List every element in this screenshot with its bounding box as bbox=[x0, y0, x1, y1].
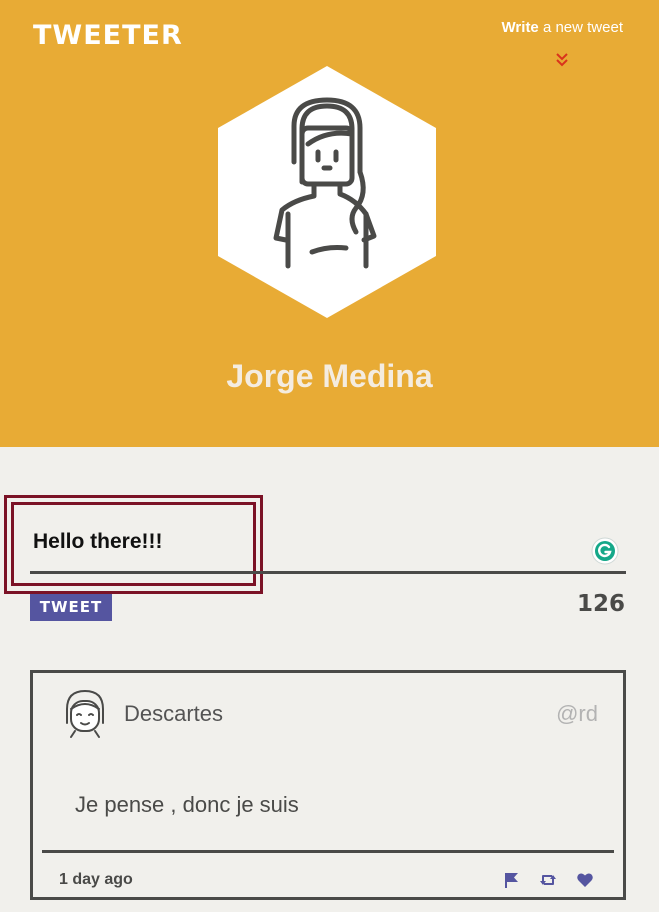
tweet-text: Je pense , donc je suis bbox=[75, 792, 299, 817]
character-counter: 126 bbox=[576, 591, 625, 617]
heart-icon[interactable] bbox=[576, 871, 594, 889]
flag-icon[interactable] bbox=[503, 871, 521, 889]
tweet-timestamp: 1 day ago bbox=[59, 871, 133, 888]
tweet-divider bbox=[42, 850, 614, 853]
profile-avatar bbox=[218, 66, 436, 318]
write-link-bold: Write bbox=[501, 19, 539, 36]
tweet-card: Descartes @rd Je pense , donc je suis 1 … bbox=[30, 670, 626, 900]
compose-underline bbox=[30, 571, 626, 574]
tweet-author[interactable]: Descartes bbox=[124, 701, 223, 727]
write-new-tweet-link[interactable]: Write a new tweet bbox=[502, 19, 623, 36]
author-avatar bbox=[66, 689, 104, 738]
tweet-compose-input[interactable]: Hello there!!! bbox=[33, 530, 163, 554]
tweet-button[interactable]: TWEET bbox=[30, 594, 112, 621]
grammarly-icon[interactable] bbox=[591, 537, 619, 565]
retweet-icon[interactable] bbox=[539, 871, 557, 889]
tweet-handle[interactable]: @rd bbox=[556, 701, 598, 727]
chevron-double-down-icon[interactable] bbox=[552, 48, 572, 72]
profile-header: TWEETER Write a new tweet Jorge Medina bbox=[0, 0, 659, 447]
write-link-rest: a new tweet bbox=[538, 19, 623, 36]
profile-name: Jorge Medina bbox=[226, 358, 433, 394]
app-logo[interactable]: TWEETER bbox=[33, 20, 183, 51]
